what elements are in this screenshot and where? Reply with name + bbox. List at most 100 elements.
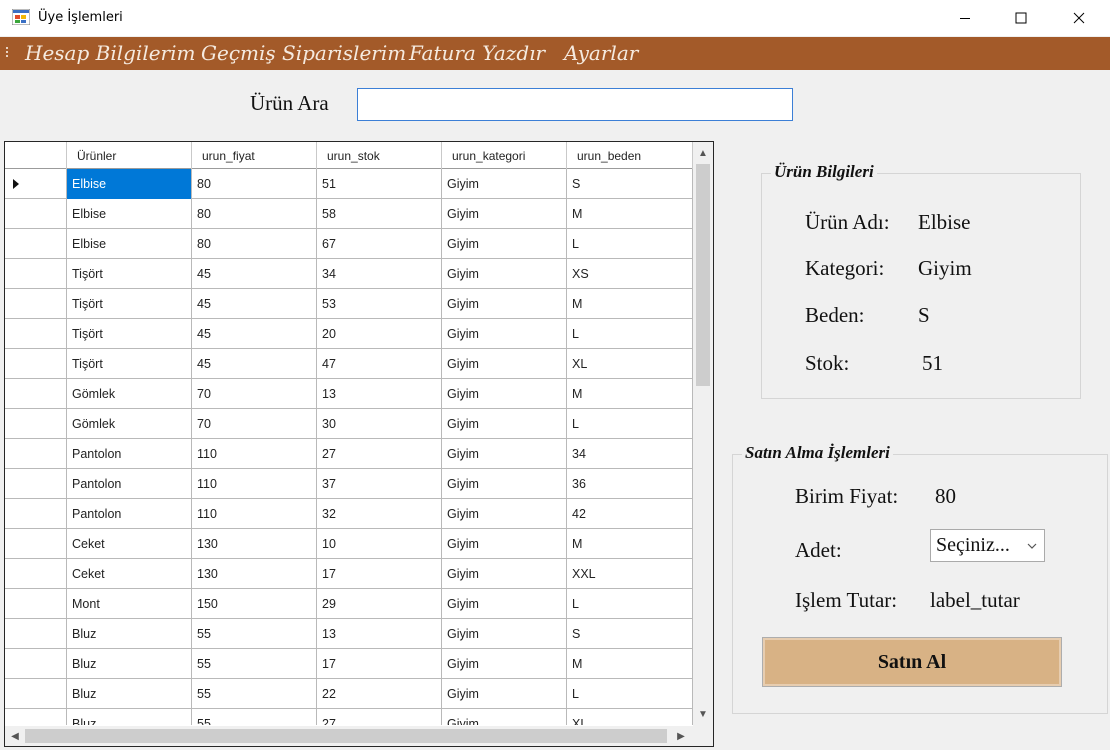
table-cell[interactable]: Elbise: [67, 229, 192, 259]
table-row[interactable]: Bluz 55 27 Giyim XL: [5, 709, 693, 725]
products-grid[interactable]: Ürünler urun_fiyat urun_stok urun_katego…: [4, 141, 714, 747]
table-cell[interactable]: M: [567, 199, 693, 229]
row-header[interactable]: [5, 169, 67, 198]
table-cell[interactable]: 51: [317, 169, 442, 199]
minimize-button[interactable]: [936, 0, 994, 36]
row-header[interactable]: [5, 289, 67, 318]
column-header[interactable]: urun_beden: [567, 142, 693, 169]
table-row[interactable]: Pantolon 110 37 Giyim 36: [5, 469, 693, 499]
table-cell[interactable]: XL: [567, 349, 693, 379]
table-cell[interactable]: L: [567, 589, 693, 619]
table-row[interactable]: Tişört 45 47 Giyim XL: [5, 349, 693, 379]
table-cell[interactable]: Elbise: [67, 169, 192, 199]
table-cell[interactable]: 32: [317, 499, 442, 529]
table-cell[interactable]: 45: [192, 259, 317, 289]
table-cell[interactable]: Giyim: [442, 169, 567, 199]
menu-item-gecmis-siparislerim[interactable]: Geçmiş Siparislerim: [201, 41, 406, 65]
table-cell[interactable]: Giyim: [442, 529, 567, 559]
table-cell[interactable]: Giyim: [442, 319, 567, 349]
table-cell[interactable]: 80: [192, 169, 317, 199]
buy-button[interactable]: Satın Al: [762, 637, 1062, 687]
menu-item-ayarlar[interactable]: Ayarlar: [564, 41, 638, 65]
table-cell[interactable]: L: [567, 679, 693, 709]
table-row[interactable]: Bluz 55 13 Giyim S: [5, 619, 693, 649]
table-cell[interactable]: L: [567, 229, 693, 259]
row-header[interactable]: [5, 469, 67, 498]
table-row[interactable]: Pantolon 110 32 Giyim 42: [5, 499, 693, 529]
table-row[interactable]: Tişört 45 34 Giyim XS: [5, 259, 693, 289]
table-cell[interactable]: M: [567, 289, 693, 319]
row-header[interactable]: [5, 679, 67, 708]
table-cell[interactable]: Ceket: [67, 529, 192, 559]
table-cell[interactable]: 20: [317, 319, 442, 349]
table-cell[interactable]: Giyim: [442, 589, 567, 619]
table-cell[interactable]: XL: [567, 709, 693, 725]
table-cell[interactable]: Giyim: [442, 559, 567, 589]
table-cell[interactable]: Ceket: [67, 559, 192, 589]
table-row[interactable]: Mont 150 29 Giyim L: [5, 589, 693, 619]
table-cell[interactable]: 70: [192, 409, 317, 439]
table-cell[interactable]: 130: [192, 529, 317, 559]
table-cell[interactable]: XXL: [567, 559, 693, 589]
table-cell[interactable]: 53: [317, 289, 442, 319]
quantity-select[interactable]: Seçiniz...: [930, 529, 1045, 562]
table-cell[interactable]: Giyim: [442, 379, 567, 409]
table-cell[interactable]: Tişört: [67, 349, 192, 379]
table-cell[interactable]: 110: [192, 469, 317, 499]
table-cell[interactable]: 110: [192, 499, 317, 529]
table-cell[interactable]: 27: [317, 709, 442, 725]
table-cell[interactable]: Bluz: [67, 649, 192, 679]
table-cell[interactable]: M: [567, 379, 693, 409]
table-cell[interactable]: 30: [317, 409, 442, 439]
table-cell[interactable]: Giyim: [442, 259, 567, 289]
row-header-corner[interactable]: [5, 142, 67, 169]
table-cell[interactable]: 34: [567, 439, 693, 469]
table-cell[interactable]: 67: [317, 229, 442, 259]
table-cell[interactable]: 42: [567, 499, 693, 529]
vertical-scrollbar[interactable]: ▲ ▼: [693, 142, 713, 726]
table-cell[interactable]: Pantolon: [67, 469, 192, 499]
table-cell[interactable]: 29: [317, 589, 442, 619]
scroll-left-icon[interactable]: ◀: [5, 726, 25, 746]
table-cell[interactable]: Giyim: [442, 289, 567, 319]
table-cell[interactable]: Giyim: [442, 199, 567, 229]
row-header[interactable]: [5, 709, 67, 725]
table-cell[interactable]: L: [567, 319, 693, 349]
row-header[interactable]: [5, 589, 67, 618]
table-cell[interactable]: M: [567, 649, 693, 679]
table-cell[interactable]: 17: [317, 649, 442, 679]
table-cell[interactable]: XS: [567, 259, 693, 289]
table-cell[interactable]: Tişört: [67, 289, 192, 319]
menu-item-hesap-bilgilerim[interactable]: Hesap Bilgilerim: [25, 41, 195, 65]
row-header[interactable]: [5, 259, 67, 288]
row-header[interactable]: [5, 559, 67, 588]
table-cell[interactable]: 150: [192, 589, 317, 619]
table-row[interactable]: Ceket 130 10 Giyim M: [5, 529, 693, 559]
vertical-scroll-thumb[interactable]: [696, 164, 710, 386]
table-row[interactable]: Gömlek 70 30 Giyim L: [5, 409, 693, 439]
table-cell[interactable]: 17: [317, 559, 442, 589]
horizontal-scrollbar[interactable]: ◀ ▶: [5, 726, 693, 746]
table-cell[interactable]: 55: [192, 709, 317, 725]
row-header[interactable]: [5, 409, 67, 438]
table-cell[interactable]: Giyim: [442, 229, 567, 259]
horizontal-scroll-thumb[interactable]: [25, 729, 667, 743]
table-cell[interactable]: 34: [317, 259, 442, 289]
scroll-down-icon[interactable]: ▼: [693, 704, 713, 724]
table-cell[interactable]: Gömlek: [67, 409, 192, 439]
table-cell[interactable]: Giyim: [442, 679, 567, 709]
table-cell[interactable]: 45: [192, 319, 317, 349]
table-cell[interactable]: Bluz: [67, 619, 192, 649]
table-cell[interactable]: Bluz: [67, 709, 192, 725]
scroll-right-icon[interactable]: ▶: [671, 726, 691, 746]
table-cell[interactable]: 13: [317, 619, 442, 649]
table-cell[interactable]: Giyim: [442, 469, 567, 499]
table-cell[interactable]: 80: [192, 229, 317, 259]
table-cell[interactable]: 55: [192, 619, 317, 649]
table-row[interactable]: Elbise 80 67 Giyim L: [5, 229, 693, 259]
table-cell[interactable]: 22: [317, 679, 442, 709]
row-header[interactable]: [5, 499, 67, 528]
table-cell[interactable]: 47: [317, 349, 442, 379]
table-cell[interactable]: 55: [192, 679, 317, 709]
table-cell[interactable]: Giyim: [442, 349, 567, 379]
